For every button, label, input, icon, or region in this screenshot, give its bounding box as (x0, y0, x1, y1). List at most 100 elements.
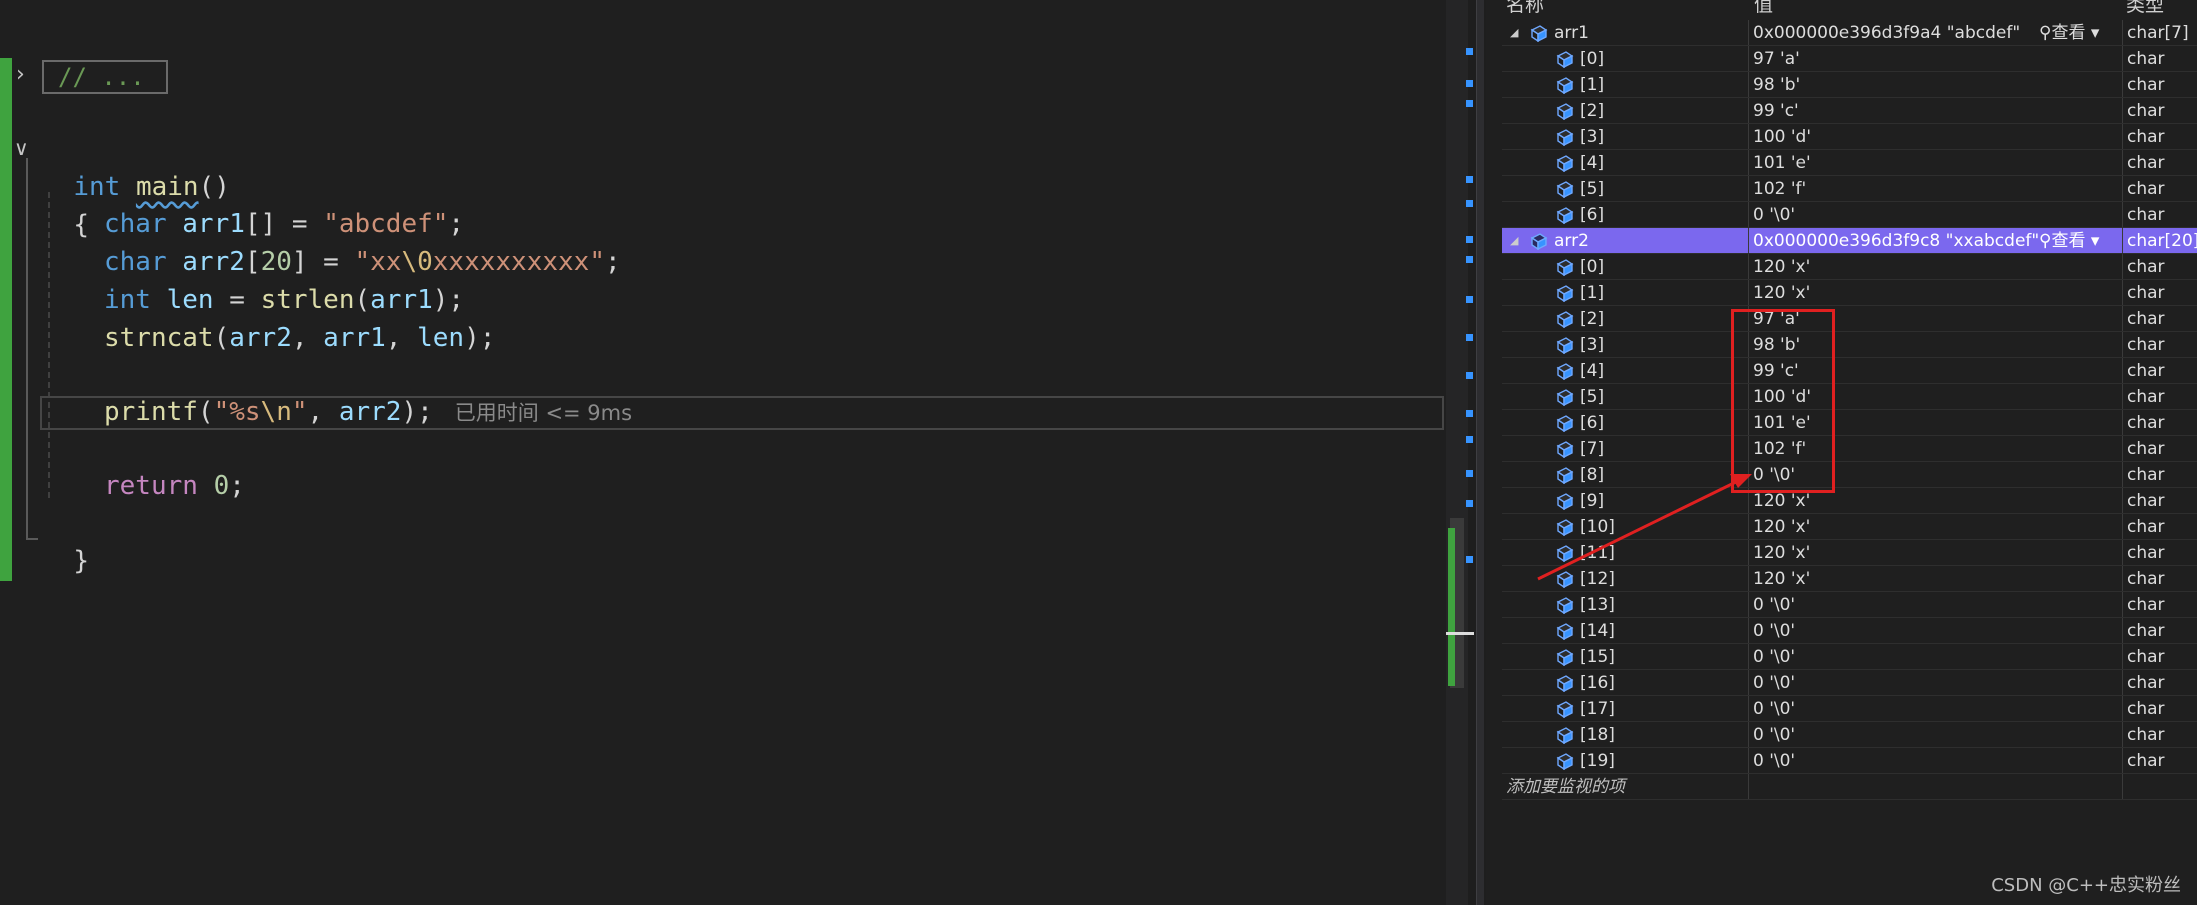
variable-cube-icon (1528, 232, 1548, 251)
value-cell[interactable]: 102 'f' (1748, 176, 2122, 201)
variable-name: [2] (1580, 309, 1605, 329)
code-line-strncat[interactable]: strncat(arr2, arr1, len); (42, 320, 1488, 357)
collapse-chevron-icon[interactable]: ∨ (14, 136, 29, 160)
value-cell[interactable]: 100 'd' (1748, 124, 2122, 149)
watch-child-row[interactable]: [5] 100 'd' char (1502, 384, 2197, 410)
view-button[interactable]: ⚲查看 ▾ (2039, 228, 2099, 253)
watch-child-row[interactable]: [5] 102 'f' char (1502, 176, 2197, 202)
variable-name: [15] (1580, 647, 1615, 667)
watch-child-row[interactable]: [0] 120 'x' char (1502, 254, 2197, 280)
header-value[interactable]: 值 (1754, 0, 1773, 16)
watch-row-arr2[interactable]: ◢ arr2 0x000000e396d3f9c8 "xxabcdef" ⚲查看 ▾ c… (1502, 228, 2197, 254)
watch-child-row[interactable]: [1] 120 'x' char (1502, 280, 2197, 306)
value-cell[interactable]: 120 'x' (1748, 254, 2122, 279)
value-cell[interactable]: 0 '\0' (1748, 670, 2122, 695)
code-line-main[interactable]: int main() (42, 132, 1488, 202)
collapsed-region[interactable]: // ... (42, 60, 168, 94)
code-line-open-brace[interactable]: { (42, 170, 1488, 240)
add-watch-item[interactable]: 添加要监视的项 (1502, 774, 2197, 800)
value-cell[interactable]: 0 '\0' (1748, 748, 2122, 773)
value-cell[interactable]: 99 'c' (1748, 98, 2122, 123)
pane-splitter[interactable] (1476, 0, 1484, 905)
code-line-arr2[interactable]: char arr2[20] = "xx\0xxxxxxxxxx"; (42, 244, 1488, 281)
watch-child-row[interactable]: [8] 0 '\0' char (1502, 462, 2197, 488)
view-button[interactable]: ⚲查看 ▾ (2039, 20, 2099, 45)
watch-child-row[interactable]: [12] 120 'x' char (1502, 566, 2197, 592)
variable-name: [6] (1580, 205, 1605, 225)
value-cell[interactable]: 0 '\0' (1748, 202, 2122, 227)
value-cell[interactable]: 0x000000e396d3f9c8 "xxabcdef" ⚲查看 ▾ (1748, 228, 2122, 253)
watch-child-row[interactable]: [18] 0 '\0' char (1502, 722, 2197, 748)
code-line-arr1[interactable]: char arr1[] = "abcdef"; (42, 206, 1488, 243)
watch-child-row[interactable]: [4] 101 'e' char (1502, 150, 2197, 176)
triangle-expanded-icon[interactable]: ◢ (1510, 228, 1522, 254)
watch-row-arr1[interactable]: ◢ arr1 0x000000e396d3f9a4 "abcdef" ⚲查看 ▾ cha… (1502, 20, 2197, 46)
header-type[interactable]: 类型 (2126, 0, 2164, 16)
watch-child-row[interactable]: [3] 98 'b' char (1502, 332, 2197, 358)
header-name[interactable]: 名称 (1506, 0, 1544, 16)
name-cell: [13] (1502, 592, 1748, 617)
watch-child-row[interactable]: [15] 0 '\0' char (1502, 644, 2197, 670)
watch-child-row[interactable]: [4] 99 'c' char (1502, 358, 2197, 384)
variable-name: [6] (1580, 413, 1605, 433)
watch-child-row[interactable]: [6] 0 '\0' char (1502, 202, 2197, 228)
watch-child-row[interactable]: [2] 99 'c' char (1502, 98, 2197, 124)
type-cell: char (2122, 332, 2197, 357)
variable-cube-icon (1554, 648, 1574, 667)
triangle-expanded-icon[interactable]: ◢ (1510, 20, 1522, 46)
value-text: 98 'b' (1753, 75, 1801, 95)
type-cell: char (2122, 410, 2197, 435)
value-cell[interactable]: 0 '\0' (1748, 592, 2122, 617)
scrollbar-caret-marker (1446, 632, 1474, 635)
watch-child-row[interactable]: [0] 97 'a' char (1502, 46, 2197, 72)
watch-child-row[interactable]: [7] 102 'f' char (1502, 436, 2197, 462)
watch-child-row[interactable]: [17] 0 '\0' char (1502, 696, 2197, 722)
variable-name: [8] (1580, 465, 1605, 485)
value-cell[interactable]: 98 'b' (1748, 72, 2122, 97)
value-cell[interactable]: 120 'x' (1748, 540, 2122, 565)
value-cell[interactable]: 120 'x' (1748, 280, 2122, 305)
code-line-len[interactable]: int len = strlen(arr1); (42, 282, 1488, 319)
value-cell[interactable]: 97 'a' (1748, 46, 2122, 71)
watch-child-row[interactable]: [19] 0 '\0' char (1502, 748, 2197, 774)
expand-chevron-icon[interactable]: › (16, 62, 25, 87)
watch-child-row[interactable]: [1] 98 'b' char (1502, 72, 2197, 98)
watch-child-row[interactable]: [16] 0 '\0' char (1502, 670, 2197, 696)
watch-child-row[interactable]: [6] 101 'e' char (1502, 410, 2197, 436)
variable-name: [0] (1580, 49, 1605, 69)
variable-name: [5] (1580, 387, 1605, 407)
type-cell: char (2122, 618, 2197, 643)
code-line-printf[interactable]: printf("%s\n", arr2); 已用时间 <= 9ms (42, 394, 1488, 431)
variable-cube-icon (1554, 180, 1574, 199)
value-cell[interactable]: 101 'e' (1748, 150, 2122, 175)
watch-child-row[interactable]: [2] 97 'a' char (1502, 306, 2197, 332)
value-text: 101 'e' (1753, 153, 1811, 173)
value-cell[interactable]: 0 '\0' (1748, 696, 2122, 721)
variable-name: [19] (1580, 751, 1615, 771)
variable-cube-icon (1554, 336, 1574, 355)
code-line-return[interactable]: return 0; (42, 468, 1488, 505)
watch-child-row[interactable]: [11] 120 'x' char (1502, 540, 2197, 566)
code-line-close-brace[interactable]: } (42, 506, 1488, 576)
value-cell[interactable]: 0x000000e396d3f9a4 "abcdef" ⚲查看 ▾ (1748, 20, 2122, 45)
name-cell: [3] (1502, 332, 1748, 357)
watch-child-row[interactable]: [3] 100 'd' char (1502, 124, 2197, 150)
watch-child-row[interactable]: [9] 120 'x' char (1502, 488, 2197, 514)
value-cell[interactable]: 120 'x' (1748, 514, 2122, 539)
variable-cube-icon (1554, 128, 1574, 147)
name-cell: [5] (1502, 384, 1748, 409)
scrollbar-mark (1466, 48, 1473, 55)
scrollbar-mark (1466, 500, 1473, 507)
value-cell[interactable]: 0 '\0' (1748, 722, 2122, 747)
scrollbar-mark (1466, 410, 1473, 417)
type-cell: char (2122, 748, 2197, 773)
value-cell[interactable]: 0 '\0' (1748, 644, 2122, 669)
value-cell[interactable]: 0 '\0' (1748, 618, 2122, 643)
dropdown-arrow-icon[interactable]: ▾ (2085, 23, 2100, 43)
editor-scrollbar[interactable] (1446, 0, 1468, 905)
dropdown-arrow-icon[interactable]: ▾ (2085, 231, 2100, 251)
value-cell[interactable]: 120 'x' (1748, 566, 2122, 591)
watch-child-row[interactable]: [14] 0 '\0' char (1502, 618, 2197, 644)
watch-child-row[interactable]: [13] 0 '\0' char (1502, 592, 2197, 618)
watch-child-row[interactable]: [10] 120 'x' char (1502, 514, 2197, 540)
